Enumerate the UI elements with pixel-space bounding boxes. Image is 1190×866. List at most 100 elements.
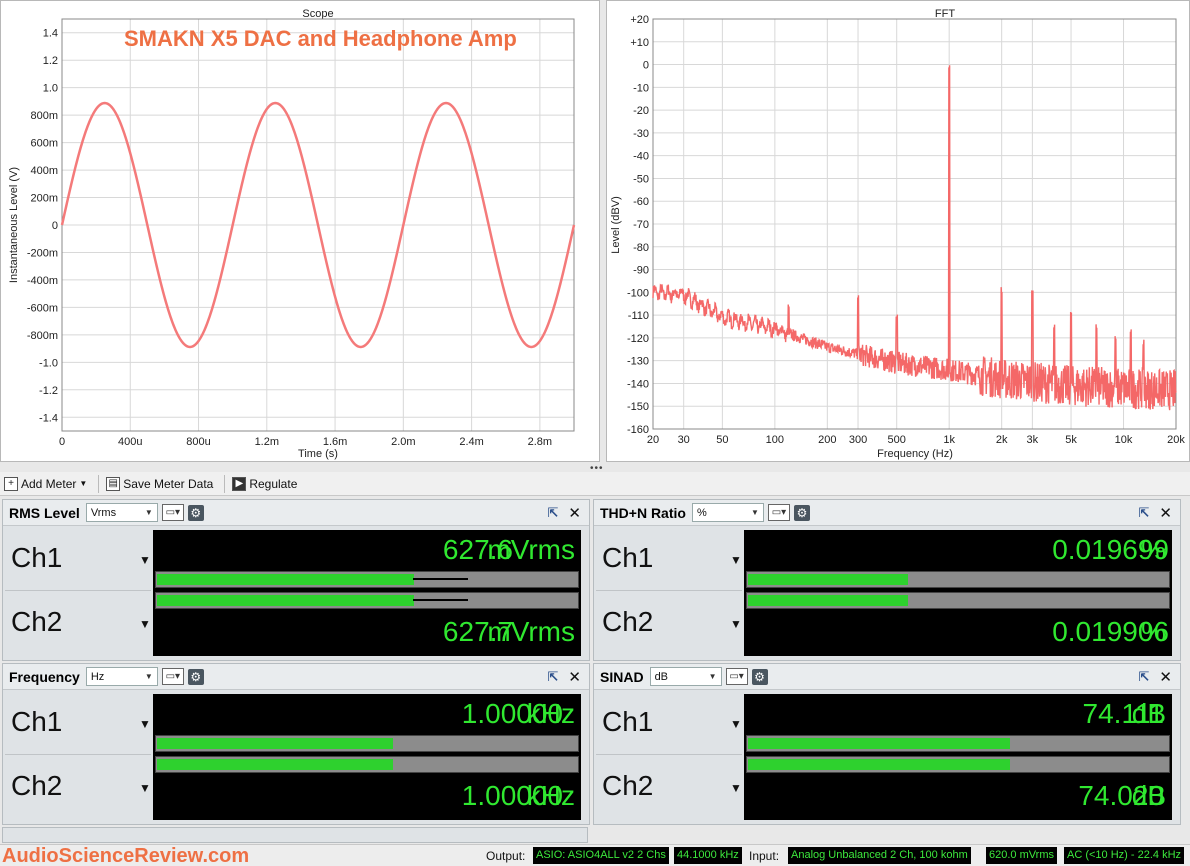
input-coupling-box[interactable]: AC (<10 Hz) - 22.4 kHz — [1064, 847, 1185, 864]
fft-y-tick-label: -110 — [628, 310, 649, 322]
fft-y-tick-label: -40 — [633, 151, 649, 163]
meter-title: Frequency — [9, 668, 80, 685]
ch2-unit: mVrms — [487, 616, 575, 647]
fft-ylabel: Level (dBV) — [610, 196, 622, 253]
channel-divider — [5, 590, 151, 591]
rms-meter-panel: RMS Level Vrms ▼ ▭▾ ⚙ ⇱ ✕ Ch1 ▼ Ch2 ▼ 62… — [2, 499, 590, 661]
ch2-peak-marker — [413, 599, 469, 601]
meter-header: THD+N Ratio % ▼ ▭▾ ⚙ ⇱ ✕ — [594, 500, 1180, 526]
fft-y-tick-label: -130 — [627, 356, 649, 368]
ch1-dropdown-icon[interactable]: ▼ — [139, 553, 151, 567]
unit-select-value: % — [696, 506, 707, 519]
add-meter-button[interactable]: + Add Meter ▼ — [0, 473, 91, 495]
unit-select[interactable]: Hz ▼ — [85, 667, 158, 686]
fft-y-tick-label: -140 — [627, 378, 649, 390]
scope-y-tick-label: -1.2 — [39, 385, 58, 397]
ch1-dropdown-icon[interactable]: ▼ — [730, 717, 742, 731]
gear-icon[interactable]: ⚙ — [187, 668, 204, 685]
meter-header: SINAD dB ▼ ▭▾ ⚙ ⇱ ✕ — [594, 664, 1180, 690]
ch1-unit: % — [1141, 534, 1166, 565]
fft-x-tick-label: 300 — [849, 434, 867, 446]
gear-icon[interactable]: ⚙ — [793, 504, 810, 521]
add-meter-label: Add Meter — [21, 476, 77, 491]
close-icon[interactable]: ✕ — [568, 504, 581, 522]
fft-panel: FFT +20 +10 0 -10 -20 -30 -40 -50 -60 -70 -80 -90 -1… — [606, 0, 1190, 462]
output-rate-box[interactable]: 44.1000 kHz — [674, 847, 742, 864]
fft-x-tick-label: 1k — [943, 434, 955, 446]
fft-y-tick-label: -100 — [627, 287, 649, 299]
scope-y-tick-label: 600m — [30, 138, 58, 150]
unit-select[interactable]: dB ▼ — [649, 667, 722, 686]
channel-divider — [5, 754, 151, 755]
graph-options-icon[interactable]: ▭▾ — [161, 668, 184, 685]
regulate-button[interactable]: ▶ Regulate — [228, 473, 301, 495]
ch2-label: Ch2 — [11, 606, 63, 637]
scope-x-tick-label: 2.8m — [528, 436, 552, 448]
scope-overlay-title: SMAKN X5 DAC and Headphone Amp — [124, 26, 517, 51]
ch2-unit: dB — [1131, 780, 1166, 811]
freq-meter-panel: Frequency Hz ▼ ▭▾ ⚙ ⇱ ✕ Ch1 ▼ Ch2 ▼ 1.00… — [2, 663, 590, 825]
sinad-meter-panel: SINAD dB ▼ ▭▾ ⚙ ⇱ ✕ Ch1 ▼ Ch2 ▼ 74.111 d… — [593, 663, 1181, 825]
chevron-down-icon: ▼ — [144, 508, 153, 517]
fft-y-tick-label: -80 — [633, 242, 649, 254]
popout-icon[interactable]: ⇱ — [548, 669, 559, 685]
close-icon[interactable]: ✕ — [568, 668, 581, 686]
fft-x-tick-label: 100 — [766, 434, 784, 446]
fft-y-tick-label: -160 — [627, 424, 649, 436]
gear-icon[interactable]: ⚙ — [187, 504, 204, 521]
ch2-level-fill — [157, 759, 394, 770]
popout-icon[interactable]: ⇱ — [1139, 669, 1150, 685]
ch1-label: Ch1 — [602, 706, 654, 737]
ch2-level-bar — [155, 756, 579, 773]
close-icon[interactable]: ✕ — [1159, 668, 1172, 686]
input-device-box[interactable]: Analog Unbalanced 2 Ch, 100 kohm — [788, 847, 971, 864]
meter-title: THD+N Ratio — [600, 504, 686, 521]
ch1-level-bar — [746, 735, 1170, 752]
fft-xlabel: Frequency (Hz) — [877, 448, 953, 460]
fft-y-tick-label: -70 — [633, 219, 649, 231]
scope-x-tick-label: 1.2m — [255, 436, 279, 448]
ch2-dropdown-icon[interactable]: ▼ — [139, 617, 151, 631]
ch2-dropdown-icon[interactable]: ▼ — [730, 617, 742, 631]
fft-y-tick-label: -50 — [633, 173, 649, 185]
graph-options-icon[interactable]: ▭▾ — [161, 504, 184, 521]
scope-panel: Scope 1.4 1.2 1.0 800m 600m 400m 200m 0 -200m -40… — [0, 0, 600, 462]
fft-y-tick-label: -90 — [633, 265, 649, 277]
scope-x-tick-label: 2.4m — [459, 436, 483, 448]
ch1-level-fill — [157, 574, 415, 585]
fft-y-tick-label: 0 — [643, 60, 649, 72]
gear-icon[interactable]: ⚙ — [751, 668, 768, 685]
input-range-box[interactable]: 620.0 mVrms — [986, 847, 1058, 864]
ch1-unit: dB — [1131, 698, 1166, 729]
ch1-dropdown-icon[interactable]: ▼ — [139, 717, 151, 731]
scope-y-tick-label: 0 — [52, 220, 58, 232]
readout-display: 74.111 dB 74.020 dB — [744, 694, 1172, 820]
ch1-dropdown-icon[interactable]: ▼ — [730, 553, 742, 567]
ch2-level-bar — [155, 592, 579, 609]
ch2-dropdown-icon[interactable]: ▼ — [730, 781, 742, 795]
ch1-label: Ch1 — [11, 542, 63, 573]
ch2-level-bar — [746, 592, 1170, 609]
fft-y-tick-label: +10 — [630, 37, 649, 49]
graph-options-icon[interactable]: ▭▾ — [725, 668, 748, 685]
fft-x-tick-label: 50 — [716, 434, 728, 446]
readout-display: 1.00000 kHz 1.00000 kHz — [153, 694, 581, 820]
output-device-box[interactable]: ASIO: ASIO4ALL v2 2 Chs — [533, 847, 669, 864]
close-icon[interactable]: ✕ — [1159, 504, 1172, 522]
meter-toolbar: + Add Meter ▼ ▤ Save Meter Data ▶ Regula… — [0, 472, 1190, 496]
ch2-label: Ch2 — [11, 770, 63, 801]
status-bar: AudioScienceReview.com Output: ASIO: ASI… — [0, 844, 1190, 866]
graph-options-icon[interactable]: ▭▾ — [767, 504, 790, 521]
unit-select[interactable]: % ▼ — [691, 503, 764, 522]
empty-meter-slot — [2, 827, 588, 843]
ch2-dropdown-icon[interactable]: ▼ — [139, 781, 151, 795]
fft-x-tick-label: 20k — [1167, 434, 1185, 446]
unit-select[interactable]: Vrms ▼ — [85, 503, 158, 522]
ch1-label: Ch1 — [11, 706, 63, 737]
popout-icon[interactable]: ⇱ — [1139, 505, 1150, 521]
output-label: Output: — [486, 849, 526, 863]
popout-icon[interactable]: ⇱ — [548, 505, 559, 521]
save-meter-data-button[interactable]: ▤ Save Meter Data — [102, 473, 217, 495]
fft-y-tick-label: +20 — [630, 14, 649, 26]
fft-x-tick-label: 500 — [888, 434, 906, 446]
